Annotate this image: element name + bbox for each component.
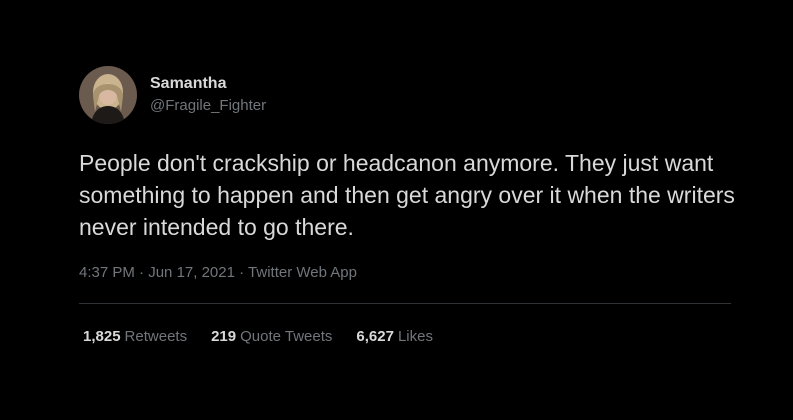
quote-tweets-stat[interactable]: 219 Quote Tweets [211, 328, 332, 345]
retweets-label: Retweets [124, 328, 188, 345]
meta-separator: · [134, 264, 149, 281]
quote-tweets-count: 219 [211, 328, 237, 345]
tweet-date[interactable]: Jun 17, 2021 [148, 264, 235, 281]
tweet-time[interactable]: 4:37 PM [79, 264, 135, 281]
display-name[interactable]: Samantha [150, 74, 266, 94]
likes-stat[interactable]: 6,627 Likes [356, 328, 433, 345]
user-identity: Samantha @Fragile_Fighter [150, 74, 266, 116]
tweet-text: People don't crackship or headcanon anym… [79, 150, 735, 240]
likes-label: Likes [397, 328, 433, 345]
divider [79, 303, 731, 304]
tweet-stats: 1,825 Retweets 219 Quote Tweets 6,627 Likes [83, 328, 457, 345]
retweets-count: 1,825 [83, 328, 121, 345]
tweet-meta: 4:37 PM · Jun 17, 2021 · Twitter Web App [79, 264, 357, 281]
quote-tweets-label: Quote Tweets [240, 328, 333, 345]
tweet-card: Samantha @Fragile_Fighter People don't c… [0, 0, 793, 420]
tweet-header: Samantha @Fragile_Fighter [79, 66, 266, 124]
retweets-stat[interactable]: 1,825 Retweets [83, 328, 187, 345]
user-handle[interactable]: @Fragile_Fighter [150, 97, 266, 116]
likes-count: 6,627 [356, 328, 394, 345]
tweet-source[interactable]: Twitter Web App [248, 264, 357, 281]
avatar[interactable] [79, 66, 137, 124]
meta-separator: · [234, 264, 249, 281]
